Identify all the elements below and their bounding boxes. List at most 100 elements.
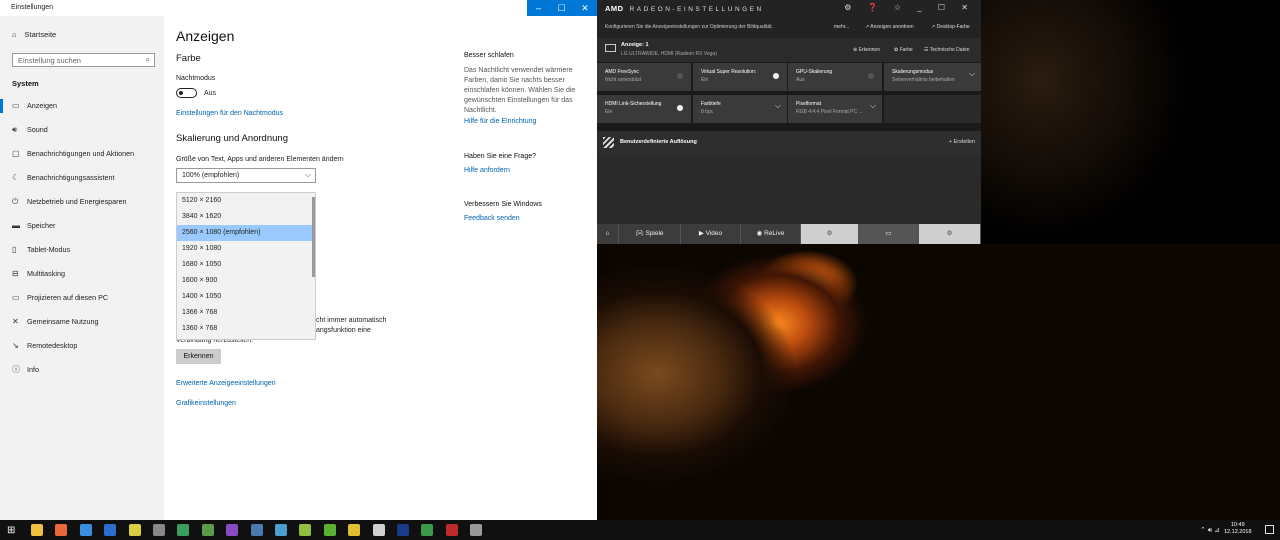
resolution-option[interactable]: 1920 × 1080 (177, 241, 314, 257)
detect-button[interactable]: Erkennen (176, 349, 221, 364)
tab-system[interactable]: ⚙ (919, 224, 981, 244)
detect-link[interactable]: ⊕ Erkennen (853, 47, 880, 53)
graphics-settings-link[interactable]: Grafikeinstellungen (176, 400, 236, 407)
chevron-down-icon[interactable]: ⌵ (870, 101, 876, 111)
taskbar-app-icon[interactable] (445, 524, 458, 536)
sidebar-item-projizieren-auf-diesen-pc[interactable]: ▭ Projizieren auf diesen PC (12, 291, 108, 305)
custom-resolution-area (597, 155, 981, 224)
toggle-switch[interactable] (677, 73, 683, 79)
minimize-button[interactable]: – (527, 0, 550, 16)
more-link[interactable]: mehr... (834, 24, 849, 30)
tab-video[interactable]: ▶ Video (681, 224, 741, 244)
taskbar-app-icon[interactable] (299, 524, 312, 536)
chevron-down-icon[interactable]: ⌵ (969, 69, 975, 79)
night-toggle[interactable] (176, 88, 197, 98)
sleep-text-line: Das Nachtlicht verwendet wärmere (464, 67, 573, 74)
dropdown-scrollbar[interactable] (312, 197, 315, 277)
feedback-link[interactable]: Feedback senden (464, 215, 520, 222)
tile-hdmi-link-sicherstellung[interactable]: HDMI Link-Sicherstellung Ein (597, 95, 691, 123)
sound-icon: 🔊︎ (12, 125, 18, 134)
sidebar-item-benachrichtigungsassistent[interactable]: ☾ Benachrichtigungsassistent (12, 171, 115, 185)
sidebar-item-label: Remotedesktop (27, 341, 78, 350)
advanced-display-link[interactable]: Erweiterte Anzeigeeinstellungen (176, 380, 276, 387)
taskbar-app-icon[interactable] (104, 524, 117, 536)
window-title: Einstellungen (11, 4, 54, 11)
scale-heading: Skalierung und Anordnung (176, 133, 288, 144)
taskbar-app-icon[interactable] (177, 524, 190, 536)
resolution-dropdown: 5120 × 2160 3840 × 1620 2560 × 1080 (empfo… (176, 192, 316, 340)
taskbar-app-icon[interactable] (128, 524, 141, 536)
tab-display[interactable]: ▭ (859, 224, 919, 244)
windows-start-icon[interactable]: ⊞ (7, 525, 15, 536)
sidebar-item-remotedesktop[interactable]: ↘ Remotedesktop (12, 339, 77, 353)
sidebar-item-gemeinsame-nutzung[interactable]: ✕ Gemeinsame Nutzung (12, 315, 99, 329)
taskbar-app-icon[interactable] (153, 524, 165, 536)
sidebar-item-netzbetrieb-und-energiesparen[interactable]: ⏻ Netzbetrieb und Energiesparen (12, 195, 127, 209)
toggle-switch[interactable] (677, 105, 683, 111)
tile-gpu-skalierung[interactable]: GPU-Skalierung Aus (788, 63, 882, 91)
sidebar-item-tablet-modus[interactable]: ▯ Tablet-Modus (12, 243, 70, 257)
taskbar-app-icon[interactable] (226, 524, 239, 536)
create-button[interactable]: + Erstellen (949, 139, 975, 145)
resolution-option[interactable]: 1600 × 900 (177, 273, 314, 289)
system-tray[interactable]: ⌃ 🔊︎ ⊿ (1200, 526, 1220, 535)
night-settings-link[interactable]: Einstellungen für den Nachtmodus (176, 110, 283, 117)
tile-amd-freesync[interactable]: AMD FreeSync Nicht unterstützt (597, 63, 691, 91)
setup-help-link[interactable]: Hilfe für die Einrichtung (464, 118, 536, 125)
taskbar-app-icon[interactable] (323, 524, 336, 536)
resolution-option[interactable]: 1680 × 1050 (177, 257, 314, 273)
notification-icon[interactable] (1265, 525, 1274, 534)
sidebar-item-speicher[interactable]: ▬ Speicher (12, 219, 55, 233)
tile-value: 8 bpc (701, 109, 714, 115)
help-link[interactable]: Hilfe anfordern (464, 167, 510, 174)
clock[interactable]: 10:49 12.12.2018 (1224, 522, 1252, 536)
toggle-switch[interactable] (773, 73, 779, 79)
tile-skalierungsmodus[interactable]: Skalierungsmodus Seitenverhältnis beibeha… (884, 63, 981, 91)
amd-logo-text: AMD (605, 4, 624, 13)
home-link[interactable]: ⌂ Startseite (12, 30, 56, 39)
resolution-option[interactable]: 1400 × 1050 (177, 289, 314, 305)
resolution-option[interactable]: 3840 × 1620 (177, 209, 314, 225)
sidebar-item-benachrichtigungen-und-aktionen[interactable]: ▢ Benachrichtigungen und Aktionen (12, 147, 134, 161)
sidebar: ⌂ Startseite Einstellung suchen ⌕ System … (0, 16, 164, 520)
taskbar-app-icon[interactable] (421, 524, 434, 536)
resolution-option[interactable]: 1360 × 768 (177, 321, 314, 337)
resolution-option[interactable]: 5120 × 2160 (177, 193, 314, 209)
sidebar-item-info[interactable]: ⓘ Info (12, 363, 39, 377)
chevron-down-icon[interactable]: ⌵ (775, 101, 781, 111)
tile-pixelformat[interactable]: Pixelformat RGB 4:4:4 Pixel Format PC ...… (788, 95, 882, 123)
taskbar-app-icon[interactable] (470, 524, 483, 536)
resolution-option[interactable]: 1366 × 768 (177, 305, 314, 321)
resolution-option[interactable]: 2560 × 1080 (empfohlen) (177, 225, 314, 241)
taskbar-app-icon[interactable] (201, 524, 214, 536)
taskbar-app-icon[interactable] (31, 524, 43, 536)
maximize-button[interactable]: ☐ (550, 0, 573, 16)
taskbar-app-icon[interactable] (55, 524, 68, 536)
taskbar-app-icon[interactable] (250, 524, 263, 536)
close-button[interactable]: ✕ (573, 0, 597, 16)
color-link[interactable]: ✿ Farbe (894, 47, 913, 53)
desktop-color-link[interactable]: ↗ Desktop-Farbe (931, 24, 970, 30)
radeon-window-icons[interactable]: ⚙ ❓ ☆ _ ☐ ✕ (844, 3, 975, 12)
tech-data-link[interactable]: ☰ Technische Daten (924, 47, 970, 53)
search-input[interactable]: Einstellung suchen ⌕ (12, 53, 155, 67)
sidebar-item-anzeigen[interactable]: ▭ Anzeigen (0, 99, 57, 113)
tile-farbtiefe[interactable]: Farbtiefe 8 bpc ⌵ (693, 95, 787, 123)
tab-games[interactable]: 🎮︎ Spiele (619, 224, 681, 244)
tab-relive[interactable]: ◉ ReLive (741, 224, 801, 244)
sidebar-item-sound[interactable]: 🔊︎ Sound (12, 123, 48, 137)
search-placeholder: Einstellung suchen (18, 56, 81, 65)
tile-virtual-super-resolution[interactable]: Virtual Super Resolution: Ein (693, 63, 787, 91)
scale-select[interactable]: 100% (empfohlen) ⌵ (176, 168, 316, 183)
sleep-text-line: einschlafen können. Wählen Sie die (464, 87, 576, 94)
taskbar-app-icon[interactable] (372, 524, 385, 536)
arrange-displays-link[interactable]: ↗ Anzeigen anordnen (865, 24, 914, 30)
tab-home[interactable]: ⌂ (597, 224, 619, 244)
taskbar-app-icon[interactable] (397, 524, 409, 536)
tab-connect[interactable]: ⚙ (801, 224, 859, 244)
toggle-switch[interactable] (868, 73, 874, 79)
taskbar-app-icon[interactable] (275, 524, 287, 536)
taskbar-app-icon[interactable] (348, 524, 361, 536)
sidebar-item-multitasking[interactable]: ⊟ Multitasking (12, 267, 65, 281)
taskbar-app-icon[interactable] (79, 524, 92, 536)
